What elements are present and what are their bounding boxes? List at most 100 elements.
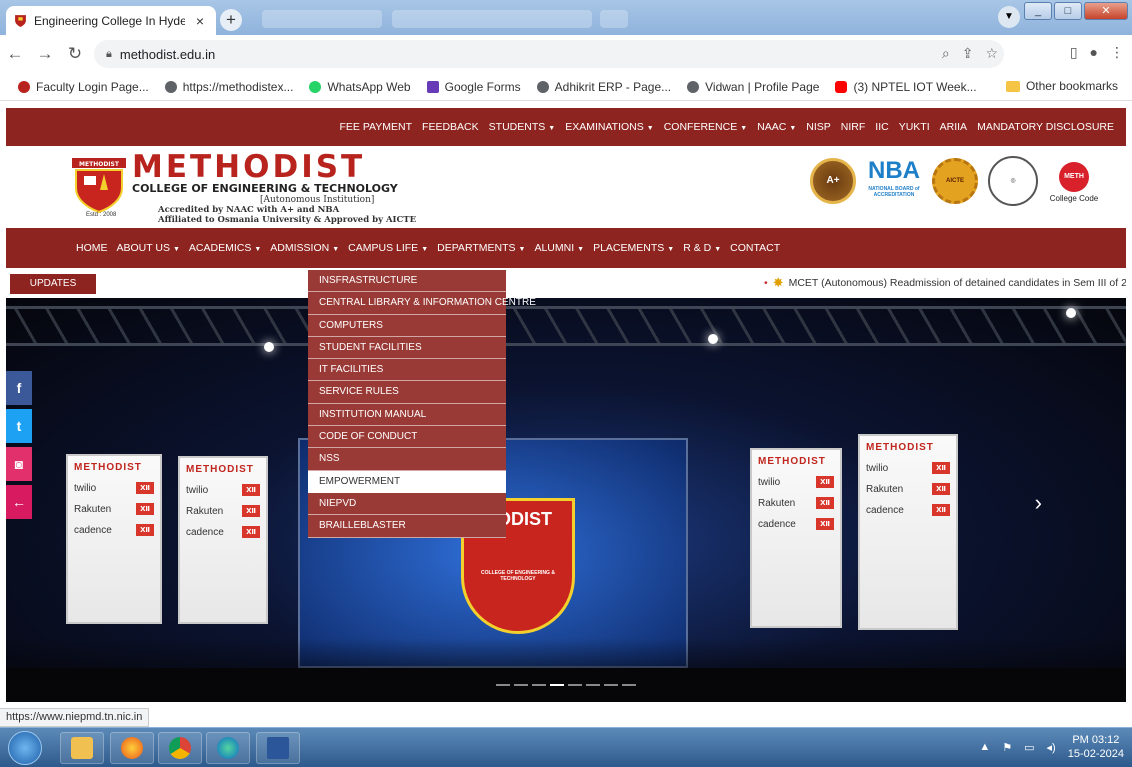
menu-item-institution-manual[interactable]: INSTITUTION MANUAL (308, 404, 506, 427)
bookmark-item[interactable]: Faculty Login Page... (18, 80, 149, 94)
menu-item-empowerment[interactable]: EMPOWERMENT (308, 470, 506, 493)
show-hidden-icons[interactable]: ▲ (979, 741, 990, 753)
bookmark-item[interactable]: WhatsApp Web (309, 80, 411, 94)
browser-tab-active[interactable]: Engineering College In Hyderaba × (6, 6, 216, 35)
other-bookmarks[interactable]: Other bookmarks (1005, 79, 1118, 93)
instagram-icon[interactable]: ◙ (6, 447, 32, 481)
topnav-mandatory-disclosure[interactable]: MANDATORY DISCLOSURE (977, 121, 1114, 133)
back-icon[interactable]: ← (0, 44, 30, 64)
nav-placements[interactable]: PLACEMENTS ▼ (593, 242, 674, 254)
nav-academics[interactable]: ACADEMICS ▼ (189, 242, 261, 254)
caret-down-icon: ▼ (667, 246, 675, 253)
background-tab[interactable] (262, 10, 382, 28)
firefox-icon[interactable] (110, 732, 154, 764)
minimize-icon[interactable]: _ (1024, 2, 1052, 20)
bookmark-item[interactable]: Google Forms (426, 80, 521, 94)
menu-item-computers[interactable]: COMPUTERS (308, 315, 506, 337)
menu-item-central-library[interactable]: CENTRAL LIBRARY & INFORMATION CENTRE (308, 292, 536, 315)
zoom-icon[interactable]: ⌕ (942, 45, 950, 62)
nav-campus-life[interactable]: CAMPUS LIFE ▼ (348, 242, 428, 254)
topnav-yukti[interactable]: YUKTI (899, 121, 930, 133)
carousel-indicators[interactable] (496, 684, 636, 686)
start-button-icon[interactable] (8, 731, 42, 765)
system-tray: ▲ ⚑ ▭ ◂) PM 03:12 15-02-2024 (979, 733, 1124, 761)
carousel-dot[interactable] (496, 684, 510, 686)
bookmark-star-icon[interactable]: ☆ (985, 45, 998, 62)
menu-item-brailleblaster[interactable]: BRAILLEBLASTER (308, 515, 506, 538)
nav-home[interactable]: HOME (76, 242, 108, 254)
background-tab[interactable] (600, 10, 628, 28)
brand-accredited: Accredited by NAAC with A+ and NBA (158, 205, 340, 215)
chrome-icon[interactable] (158, 732, 202, 764)
background-tab[interactable] (392, 10, 592, 28)
maximize-icon[interactable]: □ (1054, 2, 1082, 20)
topnav-feedback[interactable]: FEEDBACK (422, 121, 479, 133)
carousel-dot[interactable] (622, 684, 636, 686)
topnav-iic[interactable]: IIC (875, 121, 888, 133)
topnav-ariia[interactable]: ARIIA (940, 121, 967, 133)
topnav-nisp[interactable]: NISP (806, 121, 831, 133)
topnav-conference[interactable]: CONFERENCE ▼ (664, 121, 747, 133)
methodist-shield-logo[interactable]: METHODIST (70, 156, 128, 214)
news-ticker[interactable]: • ✸ MCET (Autonomous) Readmission of det… (764, 275, 1126, 291)
topnav-fee-payment[interactable]: FEE PAYMENT (340, 121, 413, 133)
bookmark-item[interactable]: https://methodistex... (164, 80, 293, 94)
explorer-icon[interactable] (60, 732, 104, 764)
edge-icon[interactable] (206, 732, 250, 764)
reload-icon[interactable]: ↻ (60, 44, 90, 64)
nav-alumni[interactable]: ALUMNI ▼ (534, 242, 584, 254)
menu-item-infrastructure[interactable]: INSFRASTRUCTURE (308, 270, 506, 293)
side-panel-icon[interactable]: ▯ (1070, 44, 1078, 61)
carousel-dot[interactable] (532, 684, 546, 686)
share-icon[interactable]: ⇪ (962, 45, 974, 62)
lock-icon[interactable]: 🔒︎ (106, 48, 112, 61)
tab-search-chevron-icon[interactable]: ▼ (998, 6, 1020, 28)
menu-item-student-facilities[interactable]: STUDENT FACILITIES (308, 337, 506, 360)
caret-down-icon: ▼ (548, 125, 556, 132)
carousel-dot-active[interactable] (550, 684, 564, 686)
nav-about-us[interactable]: ABOUT US ▼ (117, 242, 180, 254)
address-bar[interactable]: 🔒︎ methodist.edu.in ⌕ ⇪ ☆ (94, 40, 1004, 68)
bookmark-item[interactable]: Vidwan | Profile Page (687, 80, 819, 94)
network-icon[interactable]: ▭ (1024, 741, 1034, 754)
clock[interactable]: PM 03:12 15-02-2024 (1068, 733, 1124, 761)
brand-block[interactable]: METHODIST COLLEGE OF ENGINEERING & TECHN… (132, 152, 416, 226)
nav-research[interactable]: R & D ▼ (683, 242, 721, 254)
carousel-dot[interactable] (604, 684, 618, 686)
word-icon[interactable] (256, 732, 300, 764)
nav-contact[interactable]: CONTACT (730, 242, 780, 254)
topnav-students[interactable]: STUDENTS ▼ (489, 121, 556, 133)
updates-button[interactable]: UPDATES (10, 274, 96, 294)
hero-carousel[interactable]: METHODIST twilio Ⅻ Rakuten Ⅻ cadence Ⅻ METH… (6, 298, 1126, 702)
menu-item-niepvd[interactable]: NIEPVD (308, 493, 506, 516)
menu-item-it-facilities[interactable]: IT FACILITIES (308, 359, 506, 382)
carousel-dot[interactable] (568, 684, 582, 686)
forward-icon[interactable]: → (30, 44, 60, 64)
bookmark-item[interactable]: (3) NPTEL IOT Week... (835, 80, 977, 94)
back-arrow-icon[interactable]: ← (6, 485, 32, 519)
tab-close-icon[interactable]: × (192, 13, 208, 29)
topnav-nirf[interactable]: NIRF (841, 121, 866, 133)
url-text[interactable]: methodist.edu.in (120, 47, 215, 62)
volume-icon[interactable]: ◂) (1047, 741, 1056, 754)
action-center-flag-icon[interactable]: ⚑ (1002, 741, 1012, 754)
profile-icon[interactable]: ● (1090, 44, 1098, 61)
topnav-naac[interactable]: NAAC ▼ (757, 121, 796, 133)
naac-badge: A+ (810, 158, 856, 204)
carousel-dot[interactable] (514, 684, 528, 686)
topnav-examinations[interactable]: EXAMINATIONS ▼ (565, 121, 654, 133)
menu-item-service-rules[interactable]: SERVICE RULES (308, 381, 506, 404)
menu-item-code-of-conduct[interactable]: CODE OF CONDUCT (308, 426, 506, 449)
nav-departments[interactable]: DEPARTMENTS ▼ (437, 242, 525, 254)
twitter-icon[interactable]: t (6, 409, 32, 443)
browser-menu-icon[interactable]: ⋮ (1110, 44, 1124, 61)
facebook-icon[interactable]: f (6, 371, 32, 405)
nav-admission[interactable]: ADMISSION ▼ (270, 242, 339, 254)
link-status-bar: https://www.niepmd.tn.nic.in (0, 708, 150, 727)
new-tab-button[interactable]: + (220, 9, 242, 31)
bookmark-item[interactable]: Adhikrit ERP - Page... (536, 80, 671, 94)
menu-item-nss[interactable]: NSS (308, 448, 506, 471)
close-window-icon[interactable]: ✕ (1084, 2, 1128, 20)
carousel-dot[interactable] (586, 684, 600, 686)
carousel-next-icon[interactable]: › (1035, 490, 1042, 516)
